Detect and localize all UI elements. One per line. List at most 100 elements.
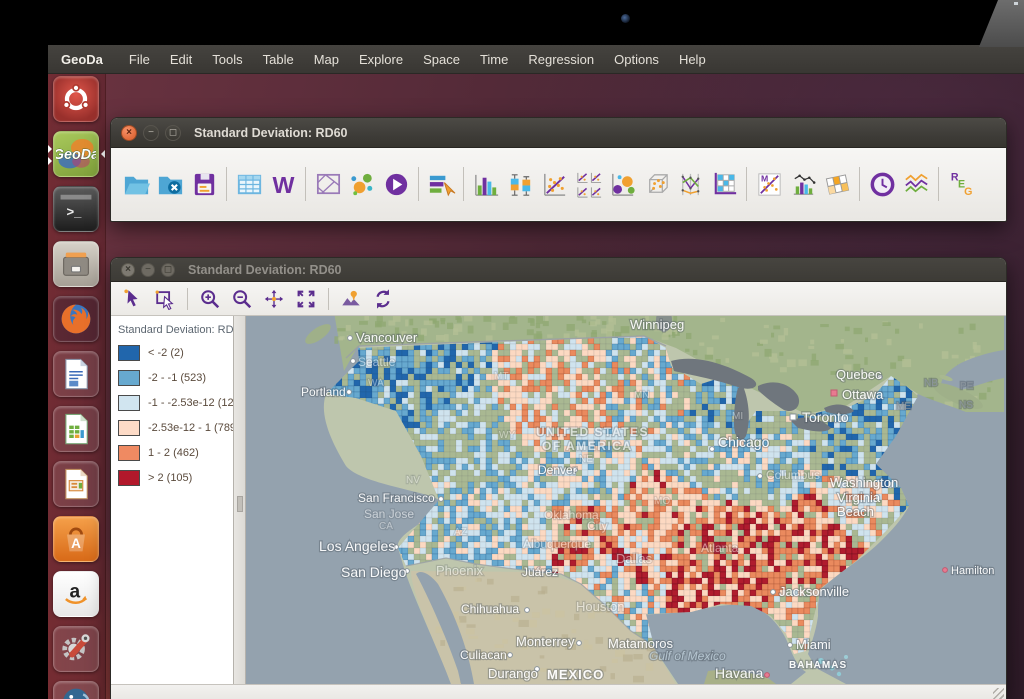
regression-button[interactable]: REG — [944, 164, 978, 204]
averages-chart-button[interactable] — [899, 164, 933, 204]
launcher-item-libreoffice-calc[interactable] — [53, 406, 99, 452]
weights-manager-button[interactable]: W — [266, 164, 300, 204]
map-label: San Francisco — [358, 491, 435, 505]
map-label: NV — [406, 475, 420, 486]
menu-item-regression[interactable]: Regression — [518, 52, 604, 67]
geoda-main-toolbar: W M REG — [111, 148, 1006, 220]
map-label: WA — [368, 378, 384, 389]
menu-item-tools[interactable]: Tools — [202, 52, 252, 67]
libreoffice-impress-icon — [58, 466, 94, 502]
map-label: Quebec — [836, 367, 882, 382]
launcher-item-file-manager[interactable] — [53, 241, 99, 287]
toolbar-separator — [305, 167, 306, 201]
map-label: Columbus — [766, 468, 820, 482]
scatter-plot-button[interactable] — [537, 164, 571, 204]
category-editor-button[interactable] — [424, 164, 458, 204]
terminal-icon: >_ — [57, 190, 95, 228]
select-rect-button[interactable] — [149, 285, 181, 313]
launcher-item-libreoffice-writer[interactable] — [53, 351, 99, 397]
parallel-coordinates-button[interactable] — [673, 164, 707, 204]
map-window-titlebar[interactable]: × − ◻ Standard Deviation: RD60 — [111, 258, 1006, 282]
box-plot-button[interactable] — [503, 164, 537, 204]
maximize-button[interactable]: ◻ — [165, 125, 181, 141]
launcher-item-system-settings[interactable] — [53, 626, 99, 672]
select-button[interactable] — [117, 285, 149, 313]
full-extent-button[interactable] — [290, 285, 322, 313]
bubble-chart-button[interactable] — [605, 164, 639, 204]
scatter-matrix-button[interactable] — [571, 164, 605, 204]
map-canvas[interactable]: VancouverWinnipegSeattlePortlandQuebecOt… — [246, 316, 1006, 684]
legend-swatch — [118, 470, 140, 486]
launcher-item-geoda[interactable]: GeoDa — [53, 131, 99, 177]
legend-swatch — [118, 395, 140, 411]
legend-entry[interactable]: 1 - 2 (462) — [118, 445, 233, 461]
menu-item-help[interactable]: Help — [669, 52, 716, 67]
table-icon — [234, 169, 265, 200]
zoom-out-icon — [231, 288, 253, 310]
bar-line-chart-button[interactable] — [786, 164, 820, 204]
toolbar-window-titlebar[interactable]: × − ◻ Standard Deviation: RD60 — [111, 118, 1006, 148]
zoom-in-button[interactable] — [194, 285, 226, 313]
menu-item-map[interactable]: Map — [304, 52, 349, 67]
close-button[interactable]: × — [121, 263, 135, 277]
moran-scatterplot-button[interactable]: M — [752, 164, 786, 204]
launcher-item-terminal[interactable]: >_ — [53, 186, 99, 232]
conditional-map-button[interactable] — [820, 164, 854, 204]
window-title: Standard Deviation: RD60 — [194, 126, 348, 140]
launcher-item-ubuntu-dash[interactable] — [53, 76, 99, 122]
legend-entry[interactable]: -2.53e-12 - 1 (789) — [118, 420, 233, 436]
open-project-button[interactable] — [119, 164, 153, 204]
map-label: Portland — [301, 385, 346, 399]
menu-item-space[interactable]: Space — [413, 52, 470, 67]
map-label: NS — [959, 400, 973, 411]
legend-label: -2.53e-12 - 1 (789) — [148, 422, 234, 434]
menu-item-edit[interactable]: Edit — [160, 52, 202, 67]
menu-item-options[interactable]: Options — [604, 52, 669, 67]
basemap-button[interactable] — [335, 285, 367, 313]
resize-grip[interactable] — [993, 688, 1004, 699]
launcher-item-firefox[interactable] — [53, 296, 99, 342]
running-pip — [48, 145, 52, 153]
histogram-button[interactable] — [469, 164, 503, 204]
maximize-button[interactable]: ◻ — [161, 263, 175, 277]
launcher-item-libreoffice-impress[interactable] — [53, 461, 99, 507]
menu-item-file[interactable]: File — [119, 52, 160, 67]
choropleth-map[interactable]: VancouverWinnipegSeattlePortlandQuebecOt… — [246, 316, 1004, 684]
legend-entry[interactable]: > 2 (105) — [118, 470, 233, 486]
table-button[interactable] — [232, 164, 266, 204]
category-editor-icon — [426, 169, 457, 200]
save-button[interactable] — [187, 164, 221, 204]
conditional-plot-button[interactable] — [707, 164, 741, 204]
time-button[interactable] — [865, 164, 899, 204]
zoom-out-button[interactable] — [226, 285, 258, 313]
legend-entry[interactable]: < -2 (2) — [118, 345, 233, 361]
minimize-button[interactable]: − — [141, 263, 155, 277]
save-icon — [189, 169, 220, 200]
menu-item-explore[interactable]: Explore — [349, 52, 413, 67]
menu-item-time[interactable]: Time — [470, 52, 518, 67]
legend-entry[interactable]: -1 - -2.53e-12 (1204) — [118, 395, 233, 411]
map-toolbar — [111, 282, 1006, 316]
zoom-in-icon — [199, 288, 221, 310]
legend-label: -1 - -2.53e-12 (1204) — [148, 397, 234, 409]
regression-icon: REG — [946, 169, 977, 200]
select-rect-icon — [154, 288, 176, 310]
cartogram-button[interactable] — [345, 164, 379, 204]
launcher-item-software-center[interactable]: A — [53, 516, 99, 562]
map-button[interactable] — [311, 164, 345, 204]
map-label: Culiacan — [460, 648, 507, 662]
minimize-button[interactable]: − — [143, 125, 159, 141]
legend-entry[interactable]: -2 - -1 (523) — [118, 370, 233, 386]
3d-plot-button[interactable] — [639, 164, 673, 204]
menu-item-table[interactable]: Table — [253, 52, 304, 67]
refresh-button[interactable] — [367, 285, 399, 313]
launcher-item-amazon[interactable]: a — [53, 571, 99, 617]
close-button[interactable]: × — [121, 125, 137, 141]
pan-button[interactable] — [258, 285, 290, 313]
map-movie-button[interactable] — [379, 164, 413, 204]
close-project-button[interactable] — [153, 164, 187, 204]
svg-text:a: a — [70, 581, 81, 602]
launcher-item-postgresql[interactable] — [53, 681, 99, 699]
legend-splitter[interactable] — [234, 316, 246, 684]
firefox-icon — [56, 299, 96, 339]
